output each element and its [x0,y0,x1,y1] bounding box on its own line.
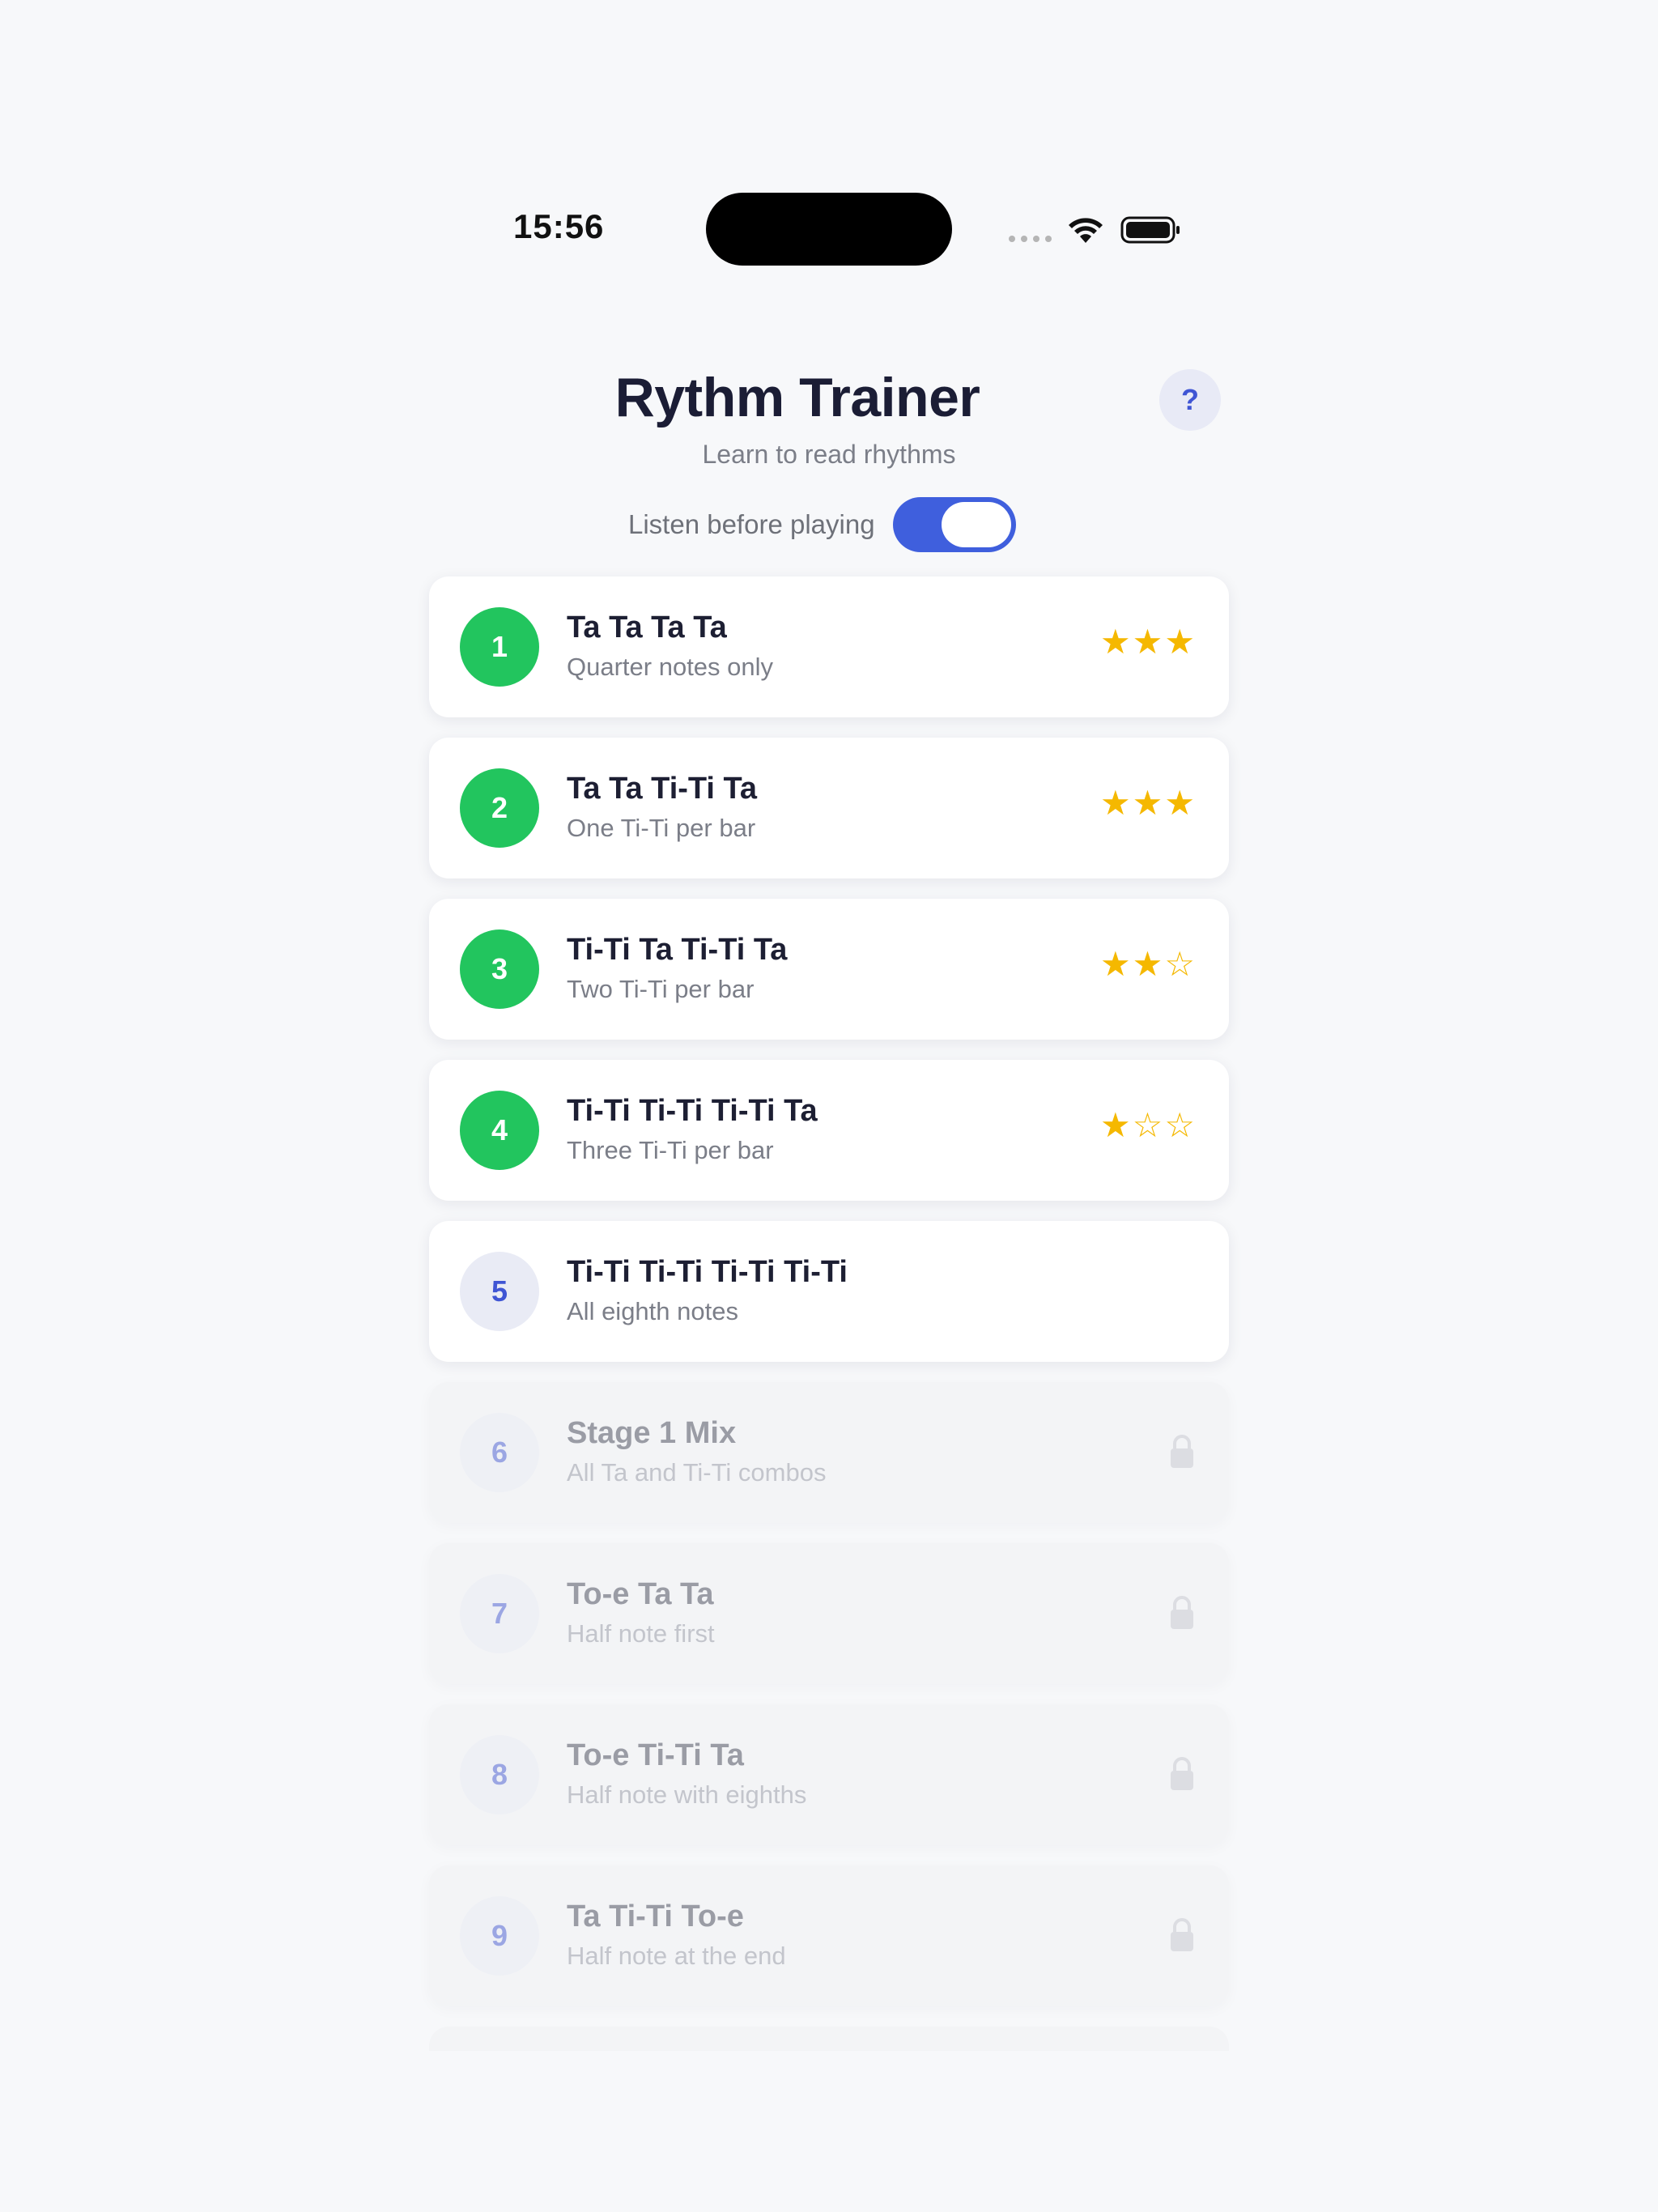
page-title: Rythm Trainer [614,367,980,428]
lesson-card[interactable]: 4 Ti-Ti Ti-Ti Ti-Ti Ta Three Ti-Ti per b… [429,1060,1229,1201]
dynamic-island [706,193,952,266]
star-rating: ★★★ [1100,622,1197,661]
lesson-number-badge: 9 [460,1896,539,1976]
toggle-knob [941,502,1011,547]
lesson-title: Ta Ti-Ti To-e [567,1899,744,1933]
lesson-card[interactable]: 2 Ta Ta Ti-Ti Ta One Ti-Ti per bar ★★★ [429,738,1229,878]
lesson-card-locked: 6 Stage 1 Mix All Ta and Ti-Ti combos [429,1382,1229,1523]
lesson-card-locked: 7 To-e Ta Ta Half note first [429,1543,1229,1684]
lock-icon [1171,1596,1193,1629]
lesson-number-badge: 6 [460,1413,539,1492]
lesson-card-current[interactable]: 5 Ti-Ti Ti-Ti Ti-Ti Ti-Ti All eighth not… [429,1221,1229,1362]
lock-icon [1171,1435,1193,1468]
lock-icon [1171,1918,1193,1951]
lesson-subtitle: Two Ti-Ti per bar [567,975,755,1003]
lesson-title: Ti-Ti Ta Ti-Ti Ta [567,933,788,967]
lesson-subtitle: Half note first [567,1619,715,1648]
lesson-title: Ti-Ti Ti-Ti Ti-Ti Ta [567,1094,818,1128]
lesson-subtitle: Half note at the end [567,1942,786,1970]
star-rating: ★★★ [1100,783,1197,823]
lesson-subtitle: One Ti-Ti per bar [567,814,756,842]
lesson-card-partial [429,2027,1229,2051]
listen-toggle[interactable] [892,497,1016,552]
status-bar: 15:56 [0,0,1658,267]
help-button[interactable]: ? [1159,369,1221,431]
listen-setting-row: Listen before playing [628,497,1016,552]
lesson-title: Ti-Ti Ti-Ti Ti-Ti Ti-Ti [567,1255,848,1289]
status-time: 15:56 [513,207,605,245]
lesson-number-badge: 1 [460,607,539,687]
lesson-card-locked: 8 To-e Ti-Ti Ta Half note with eighths [429,1704,1229,1845]
lesson-title: To-e Ti-Ti Ta [567,1738,744,1772]
lesson-number-badge: 7 [460,1574,539,1653]
lesson-number-badge: 3 [460,929,539,1009]
lesson-number-badge: 5 [460,1252,539,1331]
lesson-subtitle: Half note with eighths [567,1780,807,1809]
lesson-card[interactable]: 3 Ti-Ti Ta Ti-Ti Ta Two Ti-Ti per bar ★★… [429,899,1229,1040]
lesson-number-badge: 2 [460,768,539,848]
lesson-number-badge: 8 [460,1735,539,1814]
lesson-subtitle: All eighth notes [567,1297,738,1325]
lesson-card[interactable]: 1 Ta Ta Ta Ta Quarter notes only ★★★ [429,576,1229,717]
lesson-list: 1 Ta Ta Ta Ta Quarter notes only ★★★ 2 T… [429,576,1229,2071]
lesson-title: Ta Ta Ta Ta [567,610,727,644]
cellular-signal-icon [1009,236,1052,242]
lesson-number-badge: 4 [460,1091,539,1170]
lesson-title: Stage 1 Mix [567,1416,737,1450]
lesson-subtitle: Three Ti-Ti per bar [567,1136,774,1164]
star-rating: ★☆☆ [1100,1105,1197,1145]
star-rating: ★★☆ [1100,944,1197,984]
lesson-title: To-e Ta Ta [567,1577,714,1611]
lesson-card-locked: 9 Ta Ti-Ti To-e Half note at the end [429,1865,1229,2006]
lesson-subtitle: All Ta and Ti-Ti combos [567,1458,827,1487]
lock-icon [1171,1757,1193,1790]
listen-label: Listen before playing [628,509,875,539]
wifi-icon [1069,218,1103,243]
lesson-subtitle: Quarter notes only [567,653,774,681]
lesson-title: Ta Ta Ti-Ti Ta [567,772,758,806]
page-subtitle: Learn to read rhythms [702,440,956,469]
battery-icon [1120,216,1180,244]
